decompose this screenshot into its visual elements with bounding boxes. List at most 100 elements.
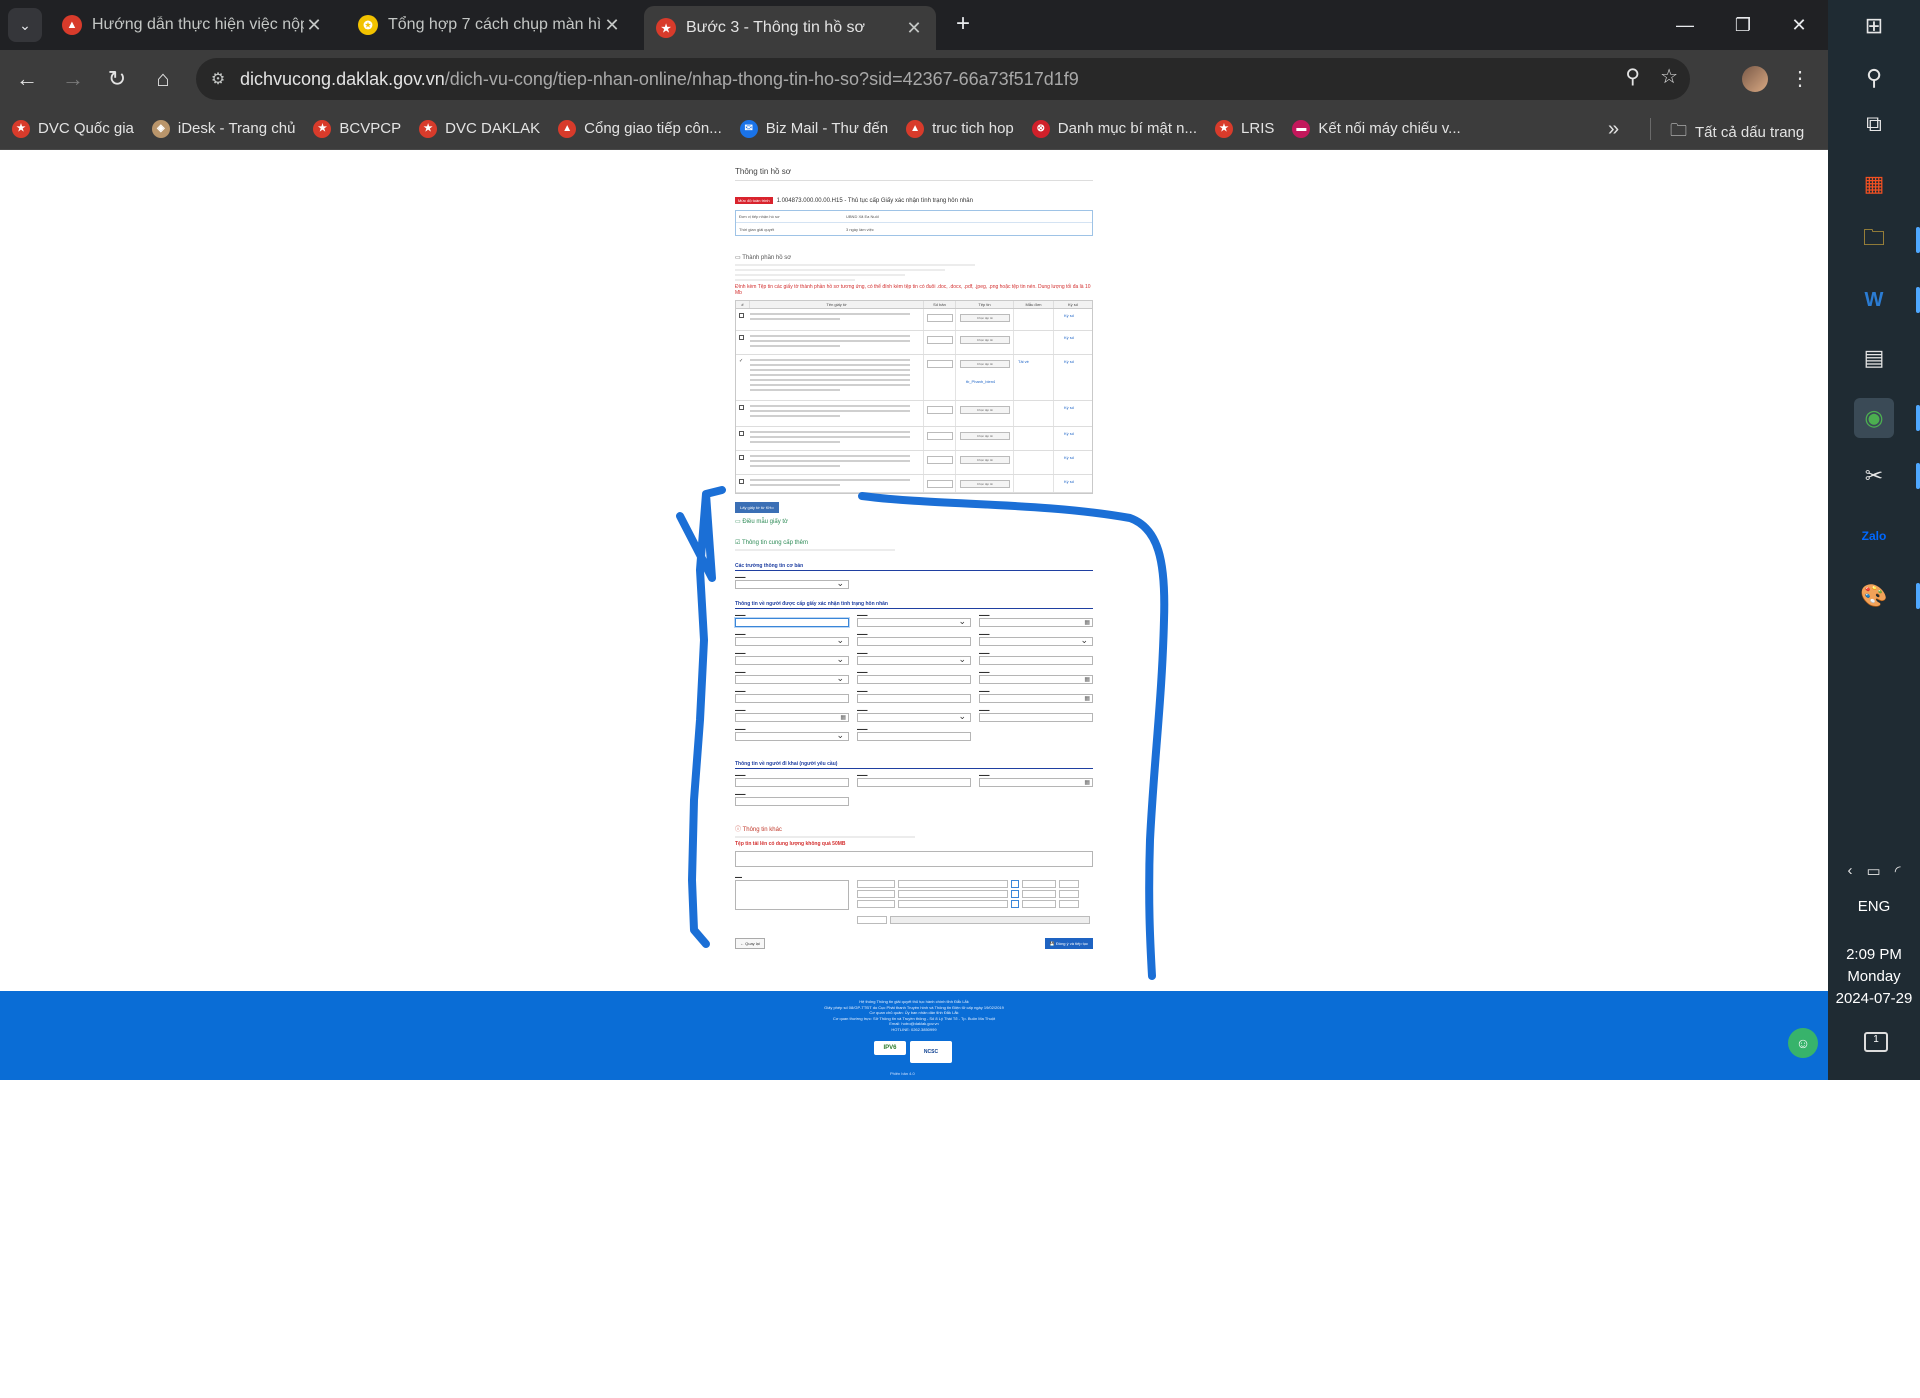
copies-input[interactable] bbox=[927, 336, 953, 344]
bookmark-cong-giao-tiep[interactable]: ▲ Cổng giao tiếp côn... bbox=[558, 119, 722, 138]
copies-input[interactable] bbox=[927, 314, 953, 322]
select-field[interactable] bbox=[735, 578, 849, 589]
address-input[interactable] bbox=[1011, 900, 1019, 908]
windows-start-icon[interactable]: ⊞ bbox=[1854, 6, 1894, 46]
purpose-select[interactable] bbox=[735, 730, 849, 741]
input-language[interactable]: ENG bbox=[1828, 896, 1920, 918]
tab-close-icon[interactable]: ✕ bbox=[904, 18, 924, 39]
calculator-icon[interactable]: ▤ bbox=[1854, 338, 1894, 378]
tab-buoc-3[interactable]: ★ Bước 3 - Thông tin hồ sơ ✕ bbox=[644, 6, 936, 50]
sign-link[interactable]: Ký số bbox=[1064, 335, 1074, 340]
birth-date-input[interactable] bbox=[979, 618, 1093, 627]
address-input[interactable] bbox=[898, 880, 1008, 888]
word-icon[interactable]: W bbox=[1854, 280, 1894, 320]
menu-kebab-icon[interactable]: ⋮ bbox=[1790, 66, 1810, 91]
tab-huong-dan[interactable]: ▲ Hướng dẫn thực hiện việc nộp l ✕ bbox=[50, 6, 336, 44]
issue-date-input[interactable] bbox=[979, 675, 1093, 684]
address-select[interactable] bbox=[857, 890, 895, 898]
notification-center-icon[interactable]: 1 bbox=[1864, 1032, 1888, 1052]
paint-icon[interactable]: 🎨 bbox=[1854, 576, 1894, 616]
wifi-icon[interactable]: ◜ bbox=[1895, 862, 1901, 880]
back-button-form[interactable]: ← Quay lại bbox=[735, 938, 765, 949]
from-date-input[interactable] bbox=[735, 713, 849, 722]
docs-template-link[interactable]: ▭ Điều mẫu giấy tờ bbox=[735, 518, 1093, 525]
nationality-select[interactable] bbox=[979, 635, 1093, 646]
address-input[interactable] bbox=[1011, 880, 1019, 888]
clock-time[interactable]: 2:09 PM bbox=[1828, 944, 1920, 966]
attachment-textarea[interactable] bbox=[735, 880, 849, 910]
more-bookmarks-button[interactable]: » bbox=[1608, 118, 1619, 141]
period-input[interactable] bbox=[857, 694, 971, 703]
continue-button[interactable]: 💾 Đồng ý và tiếp tục bbox=[1044, 938, 1093, 949]
address-input[interactable] bbox=[1059, 890, 1079, 898]
address-bar[interactable]: ⚙ dichvucong.daklak.gov.vn/dich-vu-cong/… bbox=[196, 58, 1690, 100]
sign-link[interactable]: Ký số bbox=[1064, 405, 1074, 410]
reload-button[interactable]: ↻ bbox=[102, 64, 132, 94]
zoom-icon[interactable]: ⚲ bbox=[1625, 64, 1640, 89]
id-number-input[interactable] bbox=[857, 675, 971, 684]
minimize-button[interactable]: — bbox=[1656, 0, 1714, 50]
battery-icon[interactable]: ▭ bbox=[1867, 862, 1881, 880]
all-bookmarks-button[interactable]: 🗀 Tất cả dấu trang bbox=[1670, 118, 1804, 147]
close-window-button[interactable]: ✕ bbox=[1770, 0, 1828, 50]
chevron-left-icon[interactable]: ‹ bbox=[1848, 862, 1853, 880]
copies-input[interactable] bbox=[927, 480, 953, 488]
chrome-icon[interactable]: ◉ bbox=[1854, 398, 1894, 438]
tab-close-icon[interactable]: ✕ bbox=[304, 15, 324, 36]
request-date-input[interactable] bbox=[979, 778, 1093, 787]
tab-close-icon[interactable]: ✕ bbox=[602, 15, 622, 36]
ethnicity-select[interactable] bbox=[735, 635, 849, 646]
address-input[interactable] bbox=[898, 900, 1008, 908]
sign-link[interactable]: Ký số bbox=[1064, 359, 1074, 364]
bookmark-biz-mail[interactable]: ✉ Biz Mail - Thư đến bbox=[739, 119, 888, 138]
copies-count-input[interactable] bbox=[857, 732, 971, 741]
bookmark-idesk[interactable]: ◈ iDesk - Trang chủ bbox=[151, 119, 295, 138]
bookmark-star-icon[interactable]: ☆ bbox=[1660, 64, 1678, 89]
download-template-link[interactable]: Tải về bbox=[1018, 359, 1029, 364]
bookmark-lris[interactable]: ★ LRIS bbox=[1215, 119, 1274, 138]
sign-link[interactable]: Ký số bbox=[1064, 455, 1074, 460]
maximize-button[interactable]: ❐ bbox=[1714, 0, 1772, 50]
document-checkbox[interactable]: ✓ bbox=[739, 359, 744, 364]
tab-search-button[interactable]: ⌄ bbox=[8, 8, 42, 42]
other-name-input[interactable] bbox=[857, 637, 971, 646]
marital-status-select[interactable] bbox=[857, 711, 971, 722]
clock-date[interactable]: 2024-07-29 bbox=[1828, 988, 1920, 1010]
copies-input[interactable] bbox=[927, 360, 953, 368]
choose-file-button[interactable]: Chọn tệp tin bbox=[960, 456, 1010, 464]
bookmark-dvc-quoc-gia[interactable]: ★ DVC Quốc gia bbox=[12, 119, 134, 138]
file-explorer-icon[interactable]: 🗀 bbox=[1854, 220, 1894, 260]
residence-type-select[interactable] bbox=[857, 654, 971, 665]
address-input[interactable] bbox=[1059, 900, 1079, 908]
choose-file-button[interactable]: Chọn tệp tin bbox=[960, 360, 1010, 368]
home-button[interactable]: ⌂ bbox=[148, 64, 178, 94]
relation-input[interactable] bbox=[857, 778, 971, 787]
gender-select[interactable] bbox=[857, 616, 971, 627]
choose-file-button[interactable]: Chọn tệp tin bbox=[960, 336, 1010, 344]
bookmark-dvc-daklak[interactable]: ★ DVC DAKLAK bbox=[419, 119, 540, 138]
choose-file-button[interactable]: Chọn tệp tin bbox=[960, 406, 1010, 414]
search-icon[interactable]: ⚲ bbox=[1854, 58, 1894, 98]
address-select[interactable] bbox=[857, 916, 887, 924]
microsoft-store-icon[interactable]: ▦ bbox=[1854, 164, 1894, 204]
ipv6-badge[interactable]: IPV6 bbox=[874, 1041, 906, 1055]
site-info-icon[interactable]: ⚙ bbox=[196, 69, 240, 89]
new-tab-button[interactable]: + bbox=[948, 10, 978, 40]
address-select[interactable] bbox=[857, 900, 895, 908]
address-input[interactable] bbox=[1022, 880, 1056, 888]
snipping-tool-icon[interactable]: ✂ bbox=[1854, 456, 1894, 496]
note-textarea[interactable] bbox=[735, 851, 1093, 867]
to-date-input[interactable] bbox=[979, 694, 1093, 703]
requester-name-input[interactable] bbox=[735, 778, 849, 787]
bookmark-ket-noi-may-chieu[interactable]: ▬ Kết nối máy chiếu v... bbox=[1292, 119, 1461, 138]
address-input[interactable] bbox=[890, 916, 1090, 924]
address-input[interactable] bbox=[979, 656, 1093, 665]
choose-file-button[interactable]: Chọn tệp tin bbox=[960, 432, 1010, 440]
choose-file-button[interactable]: Chọn tệp tin bbox=[960, 314, 1010, 322]
get-docs-button[interactable]: Lấy giấy tờ từ KHo bbox=[735, 502, 779, 513]
document-checkbox[interactable] bbox=[739, 431, 744, 436]
clock-day[interactable]: Monday bbox=[1828, 966, 1920, 988]
profile-avatar[interactable] bbox=[1742, 66, 1768, 92]
document-checkbox[interactable] bbox=[739, 455, 744, 460]
document-checkbox[interactable] bbox=[739, 405, 744, 410]
